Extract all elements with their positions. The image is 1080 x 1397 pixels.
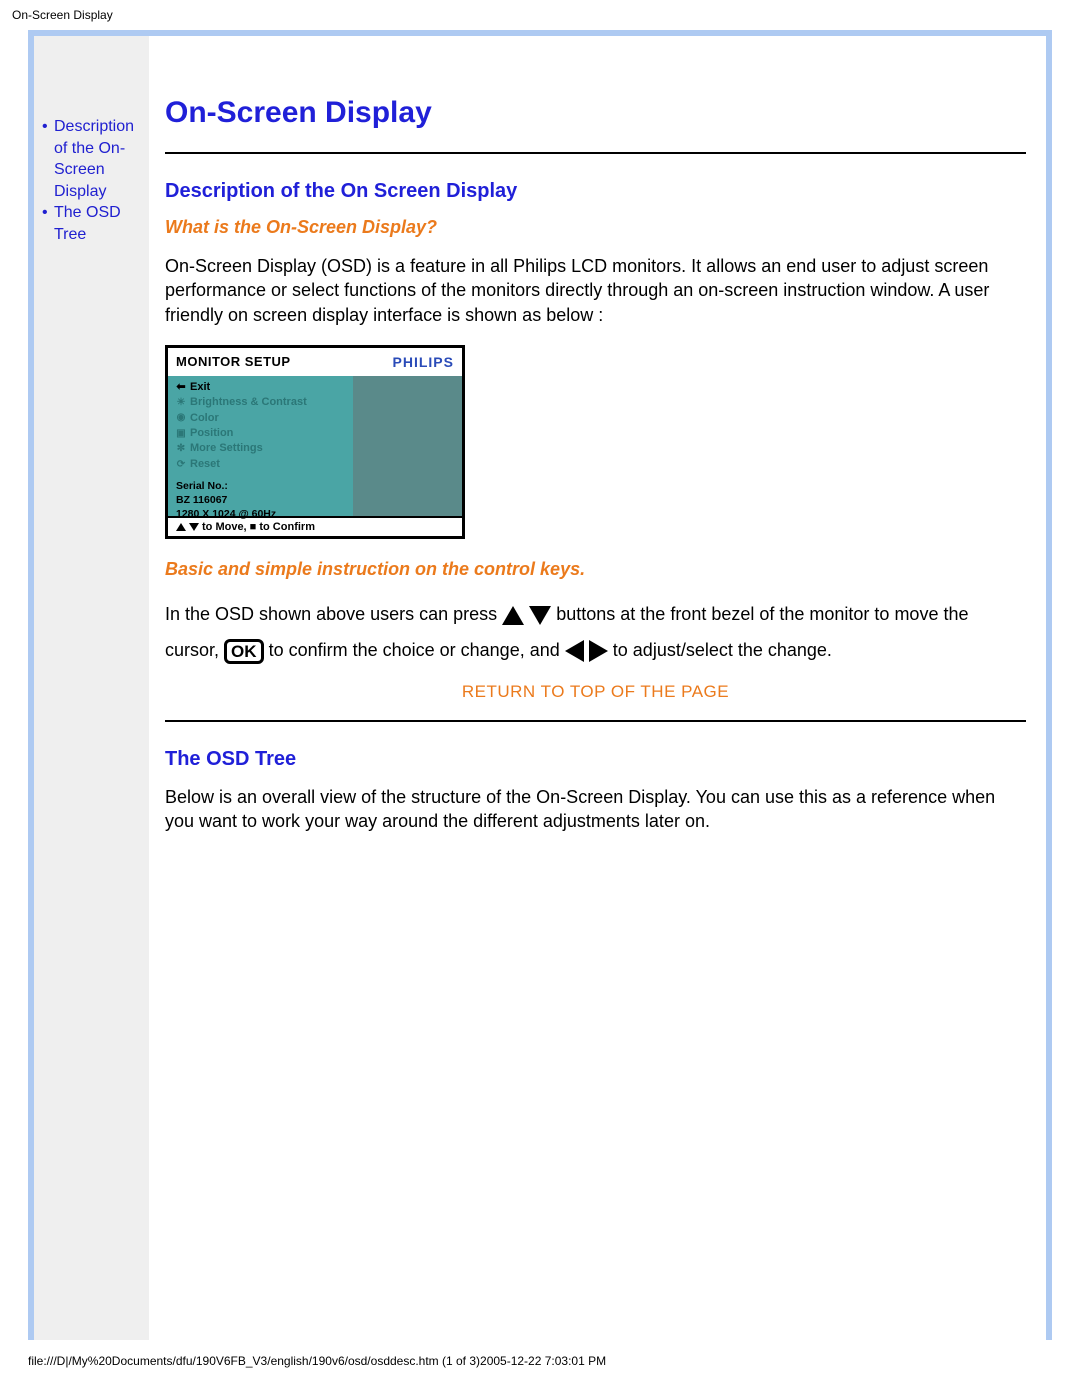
osd-menu-item-brightness: ☀ Brightness & Contrast bbox=[176, 395, 353, 410]
osd-body: ⬅ Exit ☀ Brightness & Contrast ◉ Color ▣ Pos… bbox=[168, 376, 462, 516]
page-frame: Description of the On-Screen Display The… bbox=[28, 30, 1052, 1340]
paragraph-instructions: In the OSD shown above users can press b… bbox=[165, 596, 1026, 668]
settings-icon: ✼ bbox=[176, 442, 186, 456]
osd-menu-label: Color bbox=[190, 411, 219, 426]
osd-menu-label: More Settings bbox=[190, 441, 263, 456]
section-heading-description: Description of the On Screen Display bbox=[165, 180, 1026, 203]
osd-menu-item-position: ▣ Position bbox=[176, 426, 353, 441]
osd-footer-text: to Move, ■ to Confirm bbox=[202, 521, 315, 533]
divider bbox=[165, 152, 1026, 154]
osd-brand: PHILIPS bbox=[393, 354, 454, 370]
page-header-title: On-Screen Display bbox=[0, 0, 1080, 30]
paragraph-osd-tree: Below is an overall view of the structur… bbox=[165, 785, 1026, 834]
page-title: On-Screen Display bbox=[165, 96, 1026, 130]
osd-title: MONITOR SETUP bbox=[176, 354, 291, 369]
instr-text-4: to adjust/select the change. bbox=[613, 640, 832, 660]
sidebar-item-description[interactable]: Description of the On-Screen Display bbox=[40, 116, 147, 202]
down-arrow-icon bbox=[529, 606, 551, 625]
main-content: On-Screen Display Description of the On … bbox=[149, 36, 1046, 1340]
left-arrow-icon bbox=[565, 640, 584, 662]
osd-right-panel bbox=[353, 376, 462, 516]
osd-info-block: Serial No.: BZ 116067 1280 X 1024 @ 60Hz bbox=[176, 472, 353, 521]
reset-icon: ⟳ bbox=[176, 458, 186, 472]
subheading-what-is-osd: What is the On-Screen Display? bbox=[165, 217, 1026, 238]
instr-text-3: to confirm the choice or change, and bbox=[269, 640, 565, 660]
osd-menu-item-exit: ⬅ Exit bbox=[176, 380, 353, 395]
osd-resolution: 1280 X 1024 @ 60Hz bbox=[176, 508, 353, 522]
osd-serial-label: Serial No.: bbox=[176, 480, 353, 494]
right-arrow-icon bbox=[589, 640, 608, 662]
sidebar-item-osd-tree[interactable]: The OSD Tree bbox=[40, 202, 147, 245]
osd-header: MONITOR SETUP PHILIPS bbox=[168, 348, 462, 376]
subheading-instructions: Basic and simple instruction on the cont… bbox=[165, 559, 1026, 580]
footer-path: file:///D|/My%20Documents/dfu/190V6FB_V3… bbox=[0, 1348, 1080, 1380]
sidebar: Description of the On-Screen Display The… bbox=[34, 36, 149, 1340]
back-icon: ⬅ bbox=[176, 380, 186, 395]
osd-menu-item-color: ◉ Color bbox=[176, 411, 353, 426]
color-icon: ◉ bbox=[176, 411, 186, 425]
osd-menu-item-more: ✼ More Settings bbox=[176, 441, 353, 456]
osd-serial-value: BZ 116067 bbox=[176, 494, 353, 508]
down-icon bbox=[189, 523, 199, 531]
section-heading-osd-tree: The OSD Tree bbox=[165, 748, 1026, 771]
divider bbox=[165, 720, 1026, 722]
osd-menu-item-reset: ⟳ Reset bbox=[176, 457, 353, 472]
instr-text-1: In the OSD shown above users can press bbox=[165, 604, 497, 624]
osd-menu-label: Position bbox=[190, 426, 233, 441]
osd-menu-label: Brightness & Contrast bbox=[190, 395, 307, 410]
osd-screenshot: MONITOR SETUP PHILIPS ⬅ Exit ☀ Brightness … bbox=[165, 345, 465, 539]
sun-icon: ☀ bbox=[176, 396, 186, 410]
return-to-top-link[interactable]: RETURN TO TOP OF THE PAGE bbox=[165, 682, 1026, 702]
osd-menu-label: Reset bbox=[190, 457, 220, 472]
paragraph-osd-description: On-Screen Display (OSD) is a feature in … bbox=[165, 254, 1026, 327]
sidebar-link-osd-tree[interactable]: The OSD Tree bbox=[54, 204, 121, 243]
osd-menu-label: Exit bbox=[190, 380, 210, 395]
ok-icon: OK bbox=[224, 639, 264, 664]
up-arrow-icon bbox=[502, 606, 524, 625]
sidebar-link-description[interactable]: Description of the On-Screen Display bbox=[54, 118, 134, 200]
up-icon bbox=[176, 523, 186, 531]
osd-menu: ⬅ Exit ☀ Brightness & Contrast ◉ Color ▣ Pos… bbox=[168, 376, 353, 516]
position-icon: ▣ bbox=[176, 427, 186, 441]
